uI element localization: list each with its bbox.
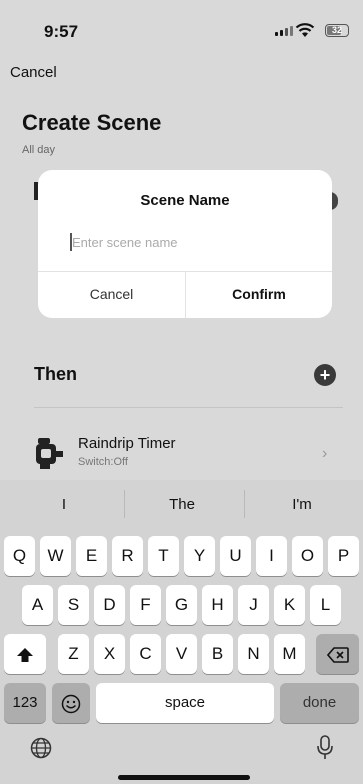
key-v[interactable]: V: [166, 634, 197, 674]
signal-icon: [275, 26, 293, 36]
key-y[interactable]: Y: [184, 536, 215, 576]
key-s[interactable]: S: [58, 585, 89, 625]
page-title: Create Scene: [22, 110, 162, 135]
then-heading: Then: [34, 364, 77, 384]
dialog-cancel-button[interactable]: Cancel: [38, 271, 185, 318]
status-bar: 9:57 32: [0, 0, 363, 60]
suggestion-2[interactable]: The: [132, 494, 232, 516]
key-z[interactable]: Z: [58, 634, 89, 674]
microphone-icon[interactable]: [316, 735, 334, 761]
suggestion-divider: [244, 490, 245, 518]
key-d[interactable]: D: [94, 585, 125, 625]
space-key[interactable]: space: [96, 683, 274, 723]
dialog-title: Scene Name: [140, 192, 230, 209]
text-caret: [70, 233, 72, 251]
shift-key[interactable]: [4, 634, 46, 674]
backspace-icon: [326, 646, 349, 663]
key-l[interactable]: L: [310, 585, 341, 625]
keyboard: I The I'm Q W E R T Y U I O P A S D F G …: [0, 480, 363, 784]
key-h[interactable]: H: [202, 585, 233, 625]
divider: [34, 407, 343, 408]
device-name[interactable]: Raindrip Timer: [78, 435, 176, 452]
device-status: Switch:Off: [78, 456, 128, 468]
key-i[interactable]: I: [256, 536, 287, 576]
numbers-key[interactable]: 123: [4, 683, 46, 723]
key-j[interactable]: J: [238, 585, 269, 625]
dialog-confirm-button[interactable]: Confirm: [186, 271, 332, 318]
key-a[interactable]: A: [22, 585, 53, 625]
home-indicator: [118, 775, 250, 780]
emoji-key[interactable]: [52, 683, 90, 723]
key-n[interactable]: N: [238, 634, 269, 674]
key-k[interactable]: K: [274, 585, 305, 625]
key-g[interactable]: G: [166, 585, 197, 625]
page-subtitle: All day: [22, 144, 56, 156]
battery-level: 32: [331, 25, 342, 35]
key-f[interactable]: F: [130, 585, 161, 625]
suggestion-3[interactable]: I'm: [252, 494, 352, 516]
emoji-icon: [61, 694, 81, 713]
done-key[interactable]: done: [280, 683, 359, 723]
suggestion-1[interactable]: I: [14, 494, 114, 516]
key-t[interactable]: T: [148, 536, 179, 576]
key-b[interactable]: B: [202, 634, 233, 674]
key-p[interactable]: P: [328, 536, 359, 576]
globe-icon[interactable]: [30, 737, 52, 759]
timer-device-icon: [36, 438, 63, 469]
shift-icon: [17, 647, 33, 662]
key-e[interactable]: E: [76, 536, 107, 576]
key-c[interactable]: C: [130, 634, 161, 674]
key-m[interactable]: M: [274, 634, 305, 674]
scene-name-input[interactable]: [70, 231, 312, 253]
screen: 9:57 32 Cancel Create Scene All day Then…: [0, 0, 363, 784]
chevron-right-icon[interactable]: ›: [322, 445, 327, 463]
status-time: 9:57: [44, 22, 79, 41]
key-x[interactable]: X: [94, 634, 125, 674]
add-icon[interactable]: +: [314, 364, 336, 386]
key-w[interactable]: W: [40, 536, 71, 576]
cancel-button[interactable]: Cancel: [10, 64, 57, 81]
battery-icon: 32: [325, 24, 349, 37]
key-r[interactable]: R: [112, 536, 143, 576]
backspace-key[interactable]: [316, 634, 359, 674]
key-q[interactable]: Q: [4, 536, 35, 576]
scene-name-dialog: Scene Name Cancel Confirm: [38, 170, 332, 318]
suggestion-divider: [124, 490, 125, 518]
key-o[interactable]: O: [292, 536, 323, 576]
wifi-icon: [295, 23, 315, 37]
key-u[interactable]: U: [220, 536, 251, 576]
